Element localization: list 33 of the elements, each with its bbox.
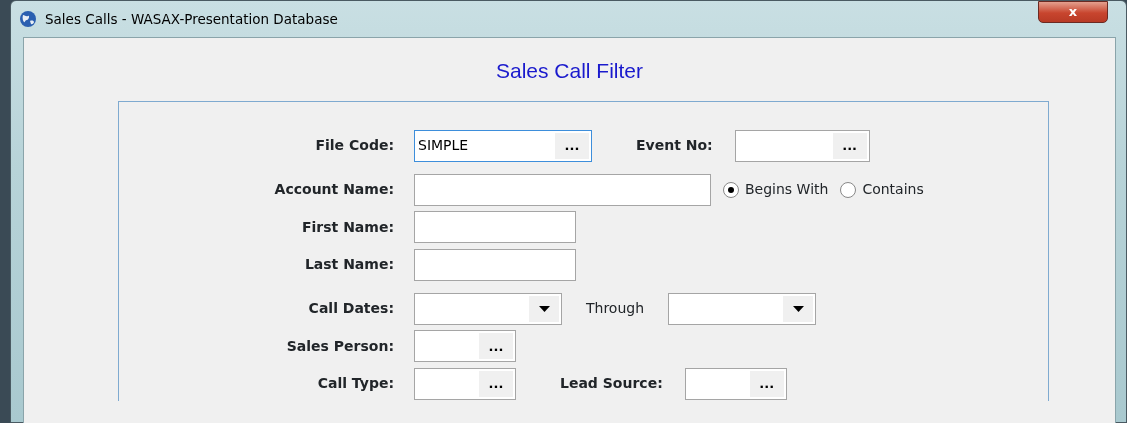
- input-field[interactable]: ...: [684, 367, 787, 400]
- input-field[interactable]: [414, 248, 576, 281]
- field-label: Call Dates:: [307, 299, 395, 318]
- input-field[interactable]: SIMPLE ...: [414, 129, 592, 162]
- input-field[interactable]: ...: [414, 367, 516, 400]
- radio-label: Contains: [862, 180, 924, 199]
- field-label: Account Name:: [273, 180, 395, 199]
- radio-button[interactable]: [723, 181, 739, 198]
- window-title: Sales Calls - WASAX-Presentation Database: [45, 9, 338, 29]
- lookup-button[interactable]: ...: [555, 132, 589, 159]
- input-field[interactable]: ...: [734, 129, 870, 162]
- field-label: Call Type:: [316, 374, 395, 393]
- close-button[interactable]: x: [1038, 1, 1108, 23]
- lookup-button[interactable]: ...: [479, 370, 513, 397]
- dropdown-arrow-icon[interactable]: [792, 305, 804, 312]
- globe-icon: [19, 10, 37, 28]
- lookup-button[interactable]: ...: [749, 370, 784, 397]
- field-label: File Code:: [314, 136, 395, 155]
- field-label: Sales Person:: [285, 336, 395, 356]
- dropdown-arrow-icon[interactable]: [538, 305, 550, 312]
- field-label: Through: [586, 299, 645, 318]
- lookup-button[interactable]: ...: [832, 132, 867, 159]
- input-field[interactable]: [414, 173, 711, 206]
- field-label: Last Name:: [303, 255, 395, 274]
- radio-label: Begins With: [745, 180, 829, 199]
- field-label: Event No:: [636, 136, 713, 155]
- field-label: Lead Source:: [560, 374, 663, 393]
- lookup-button[interactable]: ...: [479, 333, 513, 359]
- radio-button[interactable]: [840, 181, 857, 198]
- field-label: First Name:: [301, 217, 395, 237]
- form-heading: Sales Call Filter: [494, 58, 644, 84]
- input-field[interactable]: [414, 211, 576, 243]
- input-field[interactable]: ...: [414, 330, 516, 362]
